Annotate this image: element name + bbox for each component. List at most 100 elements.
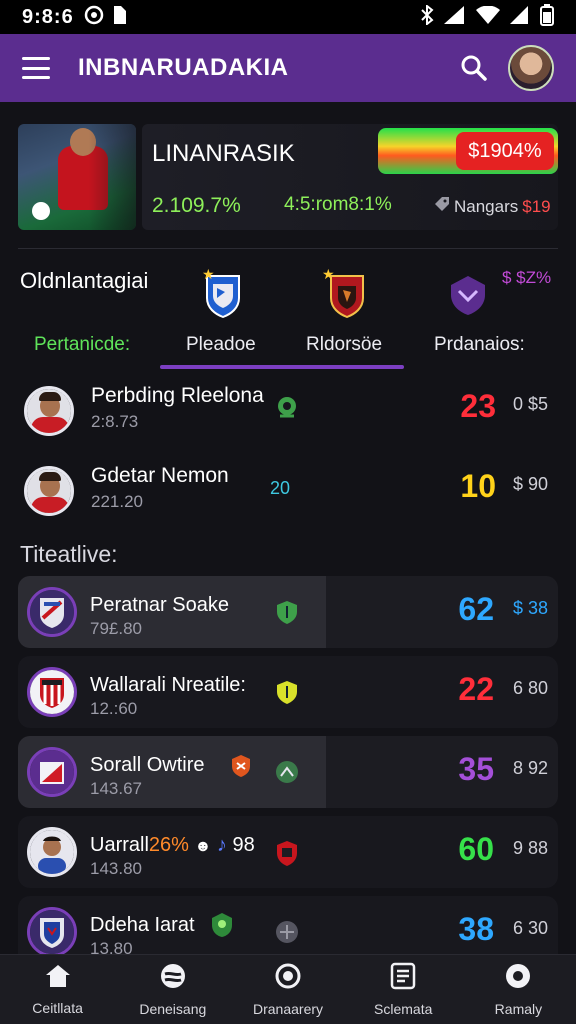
- ranking-card[interactable]: Uarrall26% ☻ ♪ 98 143.80 60 9 88: [18, 816, 558, 888]
- tab-pleadoe[interactable]: Pleadoe: [186, 334, 256, 356]
- player-extra: 0 $5: [512, 394, 548, 414]
- home-icon: [44, 963, 72, 994]
- player-score: 10: [460, 468, 496, 504]
- tab-pertanicde[interactable]: Pertanicde:: [34, 334, 130, 356]
- club-score: 35: [458, 751, 494, 787]
- target-icon: [274, 962, 302, 995]
- shield-icon: [274, 679, 300, 705]
- mini-avatar-icon: ☻: [194, 838, 212, 855]
- active-tab-indicator: [160, 365, 404, 369]
- nav-dranaarery[interactable]: Dranaarery: [230, 955, 345, 1024]
- signal-icon: [444, 5, 466, 29]
- menu-icon[interactable]: [22, 57, 50, 79]
- club-crest: [27, 907, 77, 957]
- club-name: Wallarali Nreatile:: [90, 674, 246, 696]
- club-extra: 6 80: [512, 678, 548, 698]
- nav-label: Deneisang: [139, 1001, 207, 1017]
- club-sub: 12.:60: [90, 699, 138, 718]
- club-extra: 8 92: [512, 758, 548, 778]
- note-icon: ♪: [216, 834, 227, 856]
- circle-icon: [504, 962, 532, 995]
- list-icon: [390, 962, 416, 995]
- featured-badge[interactable]: $1904%: [456, 132, 554, 170]
- player-extra: $ 90: [512, 474, 548, 494]
- wifi-icon: [476, 5, 500, 29]
- nav-label: Ramaly: [494, 1001, 543, 1017]
- ranking-card[interactable]: Sorall Owtire 143.67 35 8 92: [18, 736, 558, 808]
- app-title: INBNARUADAKIA: [78, 54, 289, 81]
- star-icon: ★: [322, 266, 335, 282]
- bluetooth-icon: [420, 3, 434, 30]
- club-crest: [27, 747, 77, 797]
- club-sub: 143.67: [90, 779, 142, 798]
- tab-prdanaios[interactable]: Prdanaios:: [434, 334, 525, 356]
- tab-rldorsoe[interactable]: Rldorsöe: [306, 334, 382, 356]
- ranking-card[interactable]: Peratnar Soake 79£.80 62 $ 38: [18, 576, 558, 648]
- player-avatar: [24, 386, 74, 436]
- player-name: Gdetar Nemon: [91, 464, 229, 487]
- club-crest: [27, 667, 77, 717]
- nav-label: Ceitllata: [32, 1000, 83, 1016]
- user-avatar[interactable]: [508, 45, 554, 91]
- player-score: 23: [460, 388, 496, 424]
- club-score: 60: [458, 831, 494, 867]
- club-score: 62: [458, 591, 494, 627]
- club-score: 38: [458, 911, 494, 947]
- filter-percent: $ $Z%: [502, 268, 552, 287]
- sim-icon: [112, 5, 126, 29]
- nav-ramaly[interactable]: Ramaly: [461, 955, 576, 1024]
- shield-icon: [274, 759, 300, 785]
- shield-icon: [274, 919, 300, 945]
- nav-ceitllata[interactable]: Ceitllata: [0, 955, 115, 1024]
- nav-sclemata[interactable]: Sclemata: [346, 955, 461, 1024]
- club-extra: $ 38: [512, 598, 548, 618]
- tag-icon: [434, 196, 450, 217]
- player-sub: 221.20: [91, 492, 143, 511]
- divider: [18, 248, 558, 249]
- player-badge: 20: [270, 478, 291, 498]
- club-crest: [27, 827, 77, 877]
- club-name-accent: 26%: [148, 834, 189, 856]
- club-name: Uarrall26% ☻ ♪ 98: [90, 834, 255, 856]
- shield-icon: [274, 839, 300, 866]
- player-sub: 2:8.73: [91, 412, 139, 431]
- section-heading: Oldnlantagiai: [20, 268, 149, 293]
- club-sub: 79£.80: [90, 619, 142, 638]
- featured-stat-secondary: 4:5:rom8:1%: [284, 194, 392, 215]
- club-name: Ddeha Iarat: [90, 914, 195, 936]
- nav-label: Dranaarery: [252, 1001, 324, 1017]
- club-badge-icon: [230, 754, 252, 783]
- featured-card[interactable]: LINANRASIK $1904% 2.109.7% 4:5:rom8:1% N…: [18, 124, 558, 230]
- featured-stat-primary: 2.109.7%: [152, 194, 241, 217]
- bottom-nav: Ceitllata Deneisang Dranaarery Sclemata …: [0, 954, 576, 1024]
- club-name: Peratnar Soake: [90, 594, 229, 616]
- player-avatar: [24, 466, 74, 516]
- nav-deneisang[interactable]: Deneisang: [115, 955, 230, 1024]
- club-sub: 143.80: [90, 859, 142, 878]
- status-time: 9:8:6: [22, 5, 74, 28]
- player-row[interactable]: Gdetar Nemon 221.20 20 10 $ 90: [18, 460, 558, 528]
- section-title: Titeatlive:: [20, 541, 118, 567]
- notification-icon: [84, 5, 104, 30]
- status-bar: 9:8:6: [0, 0, 576, 34]
- ball-icon: [159, 962, 187, 995]
- battery-icon: [540, 3, 554, 31]
- club-name: Sorall Owtire: [90, 754, 205, 776]
- club-score: 22: [458, 671, 494, 707]
- featured-title: LINANRASIK: [152, 140, 295, 167]
- club-extra: 9 88: [512, 838, 548, 858]
- nav-label: Sclemata: [374, 1001, 433, 1017]
- club-name-tail: 98: [232, 834, 255, 856]
- app-bar: INBNARUADAKIA: [0, 34, 576, 102]
- ranking-card[interactable]: Wallarali Nreatile: 12.:60 22 6 80: [18, 656, 558, 728]
- search-icon[interactable]: [454, 48, 494, 88]
- nangars-value: $19: [522, 196, 551, 216]
- club-extra: 6 30: [512, 918, 548, 938]
- player-name: Perbding Rleelona: [91, 384, 264, 407]
- signal-icon-2: [510, 5, 530, 29]
- player-row[interactable]: Perbding Rleelona 2:8.73 23 0 $5: [18, 380, 558, 448]
- featured-nangars: Nangars $19: [434, 196, 551, 217]
- club-badge-icon: [210, 912, 234, 943]
- shield-icon: [274, 599, 300, 625]
- team-crest-purple[interactable]: [448, 274, 486, 320]
